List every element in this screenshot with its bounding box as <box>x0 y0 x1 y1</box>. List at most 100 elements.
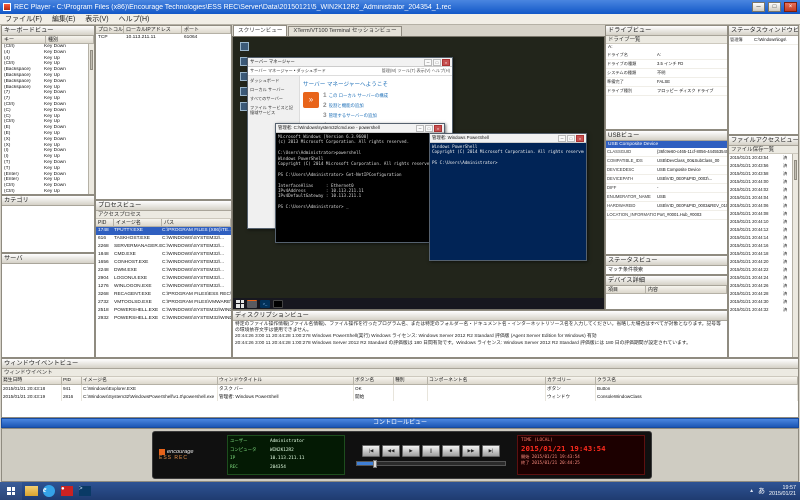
file-access-row[interactable]: 2015/01/21 20:44:02 済 <box>729 186 792 194</box>
tray-expand-icon[interactable]: ▲ <box>749 488 754 494</box>
usb-device-item[interactable]: USB Composite Device <box>606 141 727 148</box>
process-row[interactable]: 2268 SERVERMANAGER.EXE C:\WINDOWS\SYSTEM… <box>96 243 231 251</box>
file-access-row[interactable]: 2015/01/21 20:44:10 済 <box>729 218 792 226</box>
desktop-icon[interactable] <box>240 42 249 51</box>
match-search-label[interactable]: マッチ条件検索 <box>606 266 727 275</box>
maximize-icon[interactable]: □ <box>425 125 433 132</box>
column-path[interactable]: パス <box>162 219 231 226</box>
menu-item[interactable]: ヘルプ(H) <box>114 14 155 25</box>
minimize-icon[interactable]: ─ <box>424 59 432 66</box>
transport-button[interactable]: |◀ <box>362 445 380 457</box>
scrollbar[interactable] <box>792 154 798 357</box>
file-access-row[interactable]: 2015/01/21 20:44:00 済 <box>729 178 792 186</box>
clock[interactable]: 19:57 2015/01/21 <box>769 485 796 498</box>
sidebar-item[interactable]: ファイル サービスと記憶域サービス <box>248 103 299 117</box>
file-access-row[interactable]: 2015/01/21 20:44:16 済 <box>729 242 792 250</box>
transport-button[interactable]: || <box>422 445 440 457</box>
tab-screen-view[interactable]: スクリーンビュー <box>233 25 287 36</box>
close-button[interactable]: × <box>784 2 797 12</box>
step-link[interactable]: 役割と機能の追加 <box>329 103 364 109</box>
start-button[interactable] <box>0 482 22 500</box>
event-row[interactable]: 2015/01/21 20:43:19 2816 C:\Windows\Syst… <box>2 393 798 401</box>
process-row[interactable]: 2518 POWERSHELL.EXE C:\WINDOWS\SYSTEM32\… <box>96 307 231 315</box>
maximize-icon[interactable]: □ <box>567 135 575 142</box>
process-row[interactable]: 616 TASKHOST.EXE C:\WINDOWS\SYSTEM32\... <box>96 235 231 243</box>
transport-button[interactable]: ▶ <box>402 445 420 457</box>
process-row[interactable]: 2932 POWERSHELL.EXE C:\WINDOWS\SYSTEM32\… <box>96 315 231 323</box>
drive-item[interactable]: A: <box>606 44 727 51</box>
file-access-row[interactable]: 2015/01/21 20:44:20 済 <box>729 258 792 266</box>
close-icon[interactable]: × <box>442 59 450 66</box>
process-row[interactable]: 1748 TPUTTY.EXE C:\PROGRAM FILES (X86)\T… <box>96 227 231 235</box>
menu-item[interactable]: 編集(E) <box>47 14 80 25</box>
sidebar-item[interactable]: ローカル サーバー <box>248 85 299 94</box>
process-row[interactable]: 2248 DWM.EXE C:\WINDOWS\SYSTEM32\... <box>96 267 231 275</box>
column-key[interactable]: キー <box>2 36 46 43</box>
breadcrumb[interactable]: サーバー マネージャー • ダッシュボード <box>250 68 382 74</box>
close-icon[interactable]: × <box>576 135 584 142</box>
column-header[interactable]: コンポーネント名 <box>428 377 546 384</box>
event-row[interactable]: 2015/01/21 20:43:18 941 C:\Windows\Explo… <box>2 385 798 393</box>
file-access-row[interactable]: 2015/01/21 20:43:56 済 <box>729 162 792 170</box>
column-content[interactable]: 内容 <box>646 286 727 293</box>
menu-item[interactable]: 表示(V) <box>80 14 113 25</box>
minimize-icon[interactable]: ─ <box>416 125 424 132</box>
column-header[interactable]: カテゴリー <box>546 377 596 384</box>
transport-button[interactable]: ■ <box>442 445 460 457</box>
column-header[interactable]: 発生日時 <box>2 377 62 384</box>
start-button-icon[interactable] <box>236 300 244 308</box>
column-image[interactable]: イメージ名 <box>114 219 162 226</box>
server-manager-menu[interactable]: 管理(M) ツール(T) 表示(V) ヘルプ(H) <box>382 68 450 74</box>
process-row[interactable]: 1848 CMD.EXE C:\WINDOWS\SYSTEM32\... <box>96 251 231 259</box>
scrollbar[interactable] <box>88 44 94 194</box>
tab-terminal-view[interactable]: XTerm/VT100 Terminal セッションビュー <box>288 26 401 36</box>
column-header[interactable]: ボタン名 <box>354 377 394 384</box>
network-row[interactable]: TCP 10.113.211.11 61064 <box>96 34 231 41</box>
column-header[interactable]: クラス名 <box>596 377 798 384</box>
file-access-row[interactable]: 2015/01/21 20:44:30 済 <box>729 298 792 306</box>
rec-player-taskbar-icon[interactable]: ● <box>59 485 75 498</box>
column-header[interactable]: ウィンドウタイトル <box>218 377 354 384</box>
file-access-row[interactable]: 2015/01/21 20:43:58 済 <box>729 170 792 178</box>
transport-button[interactable]: ◀◀ <box>382 445 400 457</box>
process-row[interactable]: 3268 RECAGENT.EXE C:\PROGRAM FILES\ESS R… <box>96 291 231 299</box>
minimize-button[interactable]: ─ <box>752 2 765 12</box>
column-header[interactable]: 種別 <box>394 377 428 384</box>
file-access-row[interactable]: 2015/01/21 20:44:08 済 <box>729 210 792 218</box>
cmd-titlebar[interactable]: 管理者: C:\Windows\system32\cmd.exe - power… <box>276 124 444 133</box>
file-access-row[interactable]: 2015/01/21 20:44:24 済 <box>729 274 792 282</box>
step-link[interactable]: 管理するサーバーの追加 <box>329 113 377 119</box>
transport-button[interactable]: ▶▶ <box>462 445 480 457</box>
explorer-taskbar-icon[interactable] <box>23 485 39 498</box>
column-header[interactable]: イメージ名 <box>82 377 218 384</box>
process-row[interactable]: 2732 VMTOOLSD.EXE C:\PROGRAM FILES\VMWAR… <box>96 299 231 307</box>
seek-slider[interactable] <box>356 461 506 466</box>
powershell-titlebar[interactable]: 管理者: Windows PowerShell ─ □ × <box>430 134 586 143</box>
maximize-button[interactable]: □ <box>768 2 781 12</box>
scrollbar-thumb[interactable] <box>794 160 797 180</box>
file-access-row[interactable]: 2015/01/21 20:44:06 済 <box>729 202 792 210</box>
column-pid[interactable]: PID <box>96 219 114 226</box>
menu-item[interactable]: ファイル(F) <box>0 14 47 25</box>
step-link[interactable]: この ローカル サーバーの構成 <box>329 93 388 99</box>
server-manager-taskbar-icon[interactable] <box>247 300 257 308</box>
server-manager-titlebar[interactable]: サーバー マネージャー ─ □ × <box>248 58 452 67</box>
column-type[interactable]: 種別 <box>46 36 94 43</box>
minimize-icon[interactable]: ─ <box>558 135 566 142</box>
sidebar-item[interactable]: ダッシュボード <box>248 76 299 85</box>
process-row[interactable]: 2904 LOGONUI.EXE C:\WINDOWS\SYSTEM32\... <box>96 275 231 283</box>
transport-button[interactable]: ▶| <box>482 445 500 457</box>
maximize-icon[interactable]: □ <box>433 59 441 66</box>
column-protocol[interactable]: プロトコル <box>96 26 124 33</box>
column-item[interactable]: 項目 <box>606 286 646 293</box>
powershell-taskbar-icon[interactable]: > <box>77 485 93 498</box>
cmd-taskbar-icon[interactable] <box>273 300 283 308</box>
sidebar-item[interactable]: すべてのサーバー <box>248 94 299 103</box>
process-row[interactable]: 1276 WINLOGON.EXE C:\WINDOWS\SYSTEM32\..… <box>96 283 231 291</box>
keyboard-event-row[interactable]: (Ctrl) Key Up <box>2 189 88 195</box>
quick-start-step[interactable]: 2 役割と機能の追加 <box>323 102 388 109</box>
ime-indicator[interactable]: あ <box>758 486 765 496</box>
file-access-row[interactable]: 2015/01/21 20:44:14 済 <box>729 234 792 242</box>
process-row[interactable]: 1656 CONHOST.EXE C:\WINDOWS\SYSTEM32\... <box>96 259 231 267</box>
file-access-row[interactable]: 2015/01/21 20:44:04 済 <box>729 194 792 202</box>
